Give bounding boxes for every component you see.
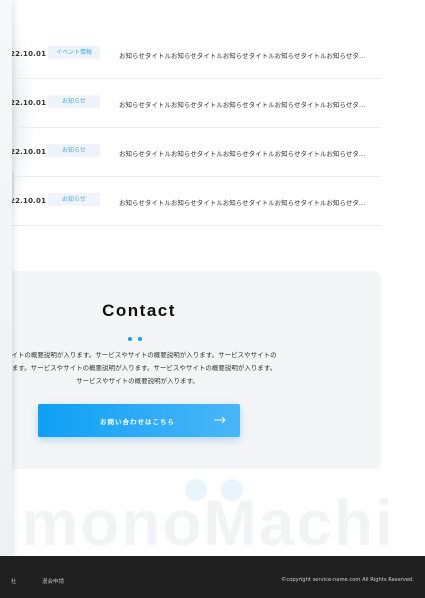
title-dots <box>128 326 148 345</box>
arrow-right-icon <box>214 416 226 424</box>
footer-link-company[interactable]: 社 <box>11 577 17 585</box>
news-title[interactable]: お知らせタイトルお知らせタイトルお知らせタイトルお知らせタイトルお知らせタ… <box>119 50 379 60</box>
news-item[interactable]: 22.10.01 イベント情報 お知らせタイトルお知らせタイトルお知らせタイトル… <box>0 30 381 79</box>
contact-button[interactable]: お問い合わせはこちら <box>38 404 240 437</box>
news-item[interactable]: 22.10.01 お知らせ お知らせタイトルお知らせタイトルお知らせタイトルお知… <box>0 177 381 226</box>
contact-button-label: お問い合わせはこちら <box>100 418 175 426</box>
contact-title: Contact <box>102 301 176 320</box>
news-title[interactable]: お知らせタイトルお知らせタイトルお知らせタイトルお知らせタイトルお知らせタ… <box>119 148 379 158</box>
footer: 社 退会申請 ©copyright service-name.com All R… <box>0 556 425 598</box>
news-category-badge: お知らせ <box>48 95 100 108</box>
news-date: 22.10.01 <box>10 99 47 107</box>
watermark-logo-text: monoMachi <box>21 487 395 556</box>
news-item[interactable]: 22.10.01 お知らせ お知らせタイトルお知らせタイトルお知らせタイトルお知… <box>0 79 381 128</box>
footer-link-unsubscribe[interactable]: 退会申請 <box>42 577 64 585</box>
contact-section: Contact やサイトの概要説明が入ります。サービスやサイトの概要説明が入りま… <box>0 271 381 469</box>
contact-description-line: サービスやサイトの概要説明が入ります。 <box>76 377 199 385</box>
copyright-text: ©copyright service-name.com All Rights R… <box>281 577 414 583</box>
news-item[interactable]: 22.10.01 お知らせ お知らせタイトルお知らせタイトルお知らせタイトルお知… <box>0 128 381 177</box>
news-list: 22.10.01 イベント情報 お知らせタイトルお知らせタイトルお知らせタイトル… <box>0 30 381 226</box>
watermark-logo: monoMachi <box>21 479 395 556</box>
contact-description-line: 入ります。サービスやサイトの概要説明が入ります。サービスやサイトの概要説明が入り… <box>0 364 277 372</box>
contact-description: やサイトの概要説明が入ります。サービスやサイトの概要説明が入ります。サービスやサ… <box>0 349 315 388</box>
side-panel-edge <box>0 0 12 556</box>
news-title[interactable]: お知らせタイトルお知らせタイトルお知らせタイトルお知らせタイトルお知らせタ… <box>119 99 379 109</box>
news-date: 22.10.01 <box>10 148 47 156</box>
news-category-badge: お知らせ <box>48 193 100 206</box>
news-category-badge: お知らせ <box>48 144 100 157</box>
news-date: 22.10.01 <box>10 197 47 205</box>
contact-description-line: やサイトの概要説明が入ります。サービスやサイトの概要説明が入ります。サービスやサ… <box>0 351 277 359</box>
news-date: 22.10.01 <box>10 50 47 58</box>
news-title[interactable]: お知らせタイトルお知らせタイトルお知らせタイトルお知らせタイトルお知らせタ… <box>119 197 379 207</box>
news-category-badge: イベント情報 <box>48 46 100 59</box>
